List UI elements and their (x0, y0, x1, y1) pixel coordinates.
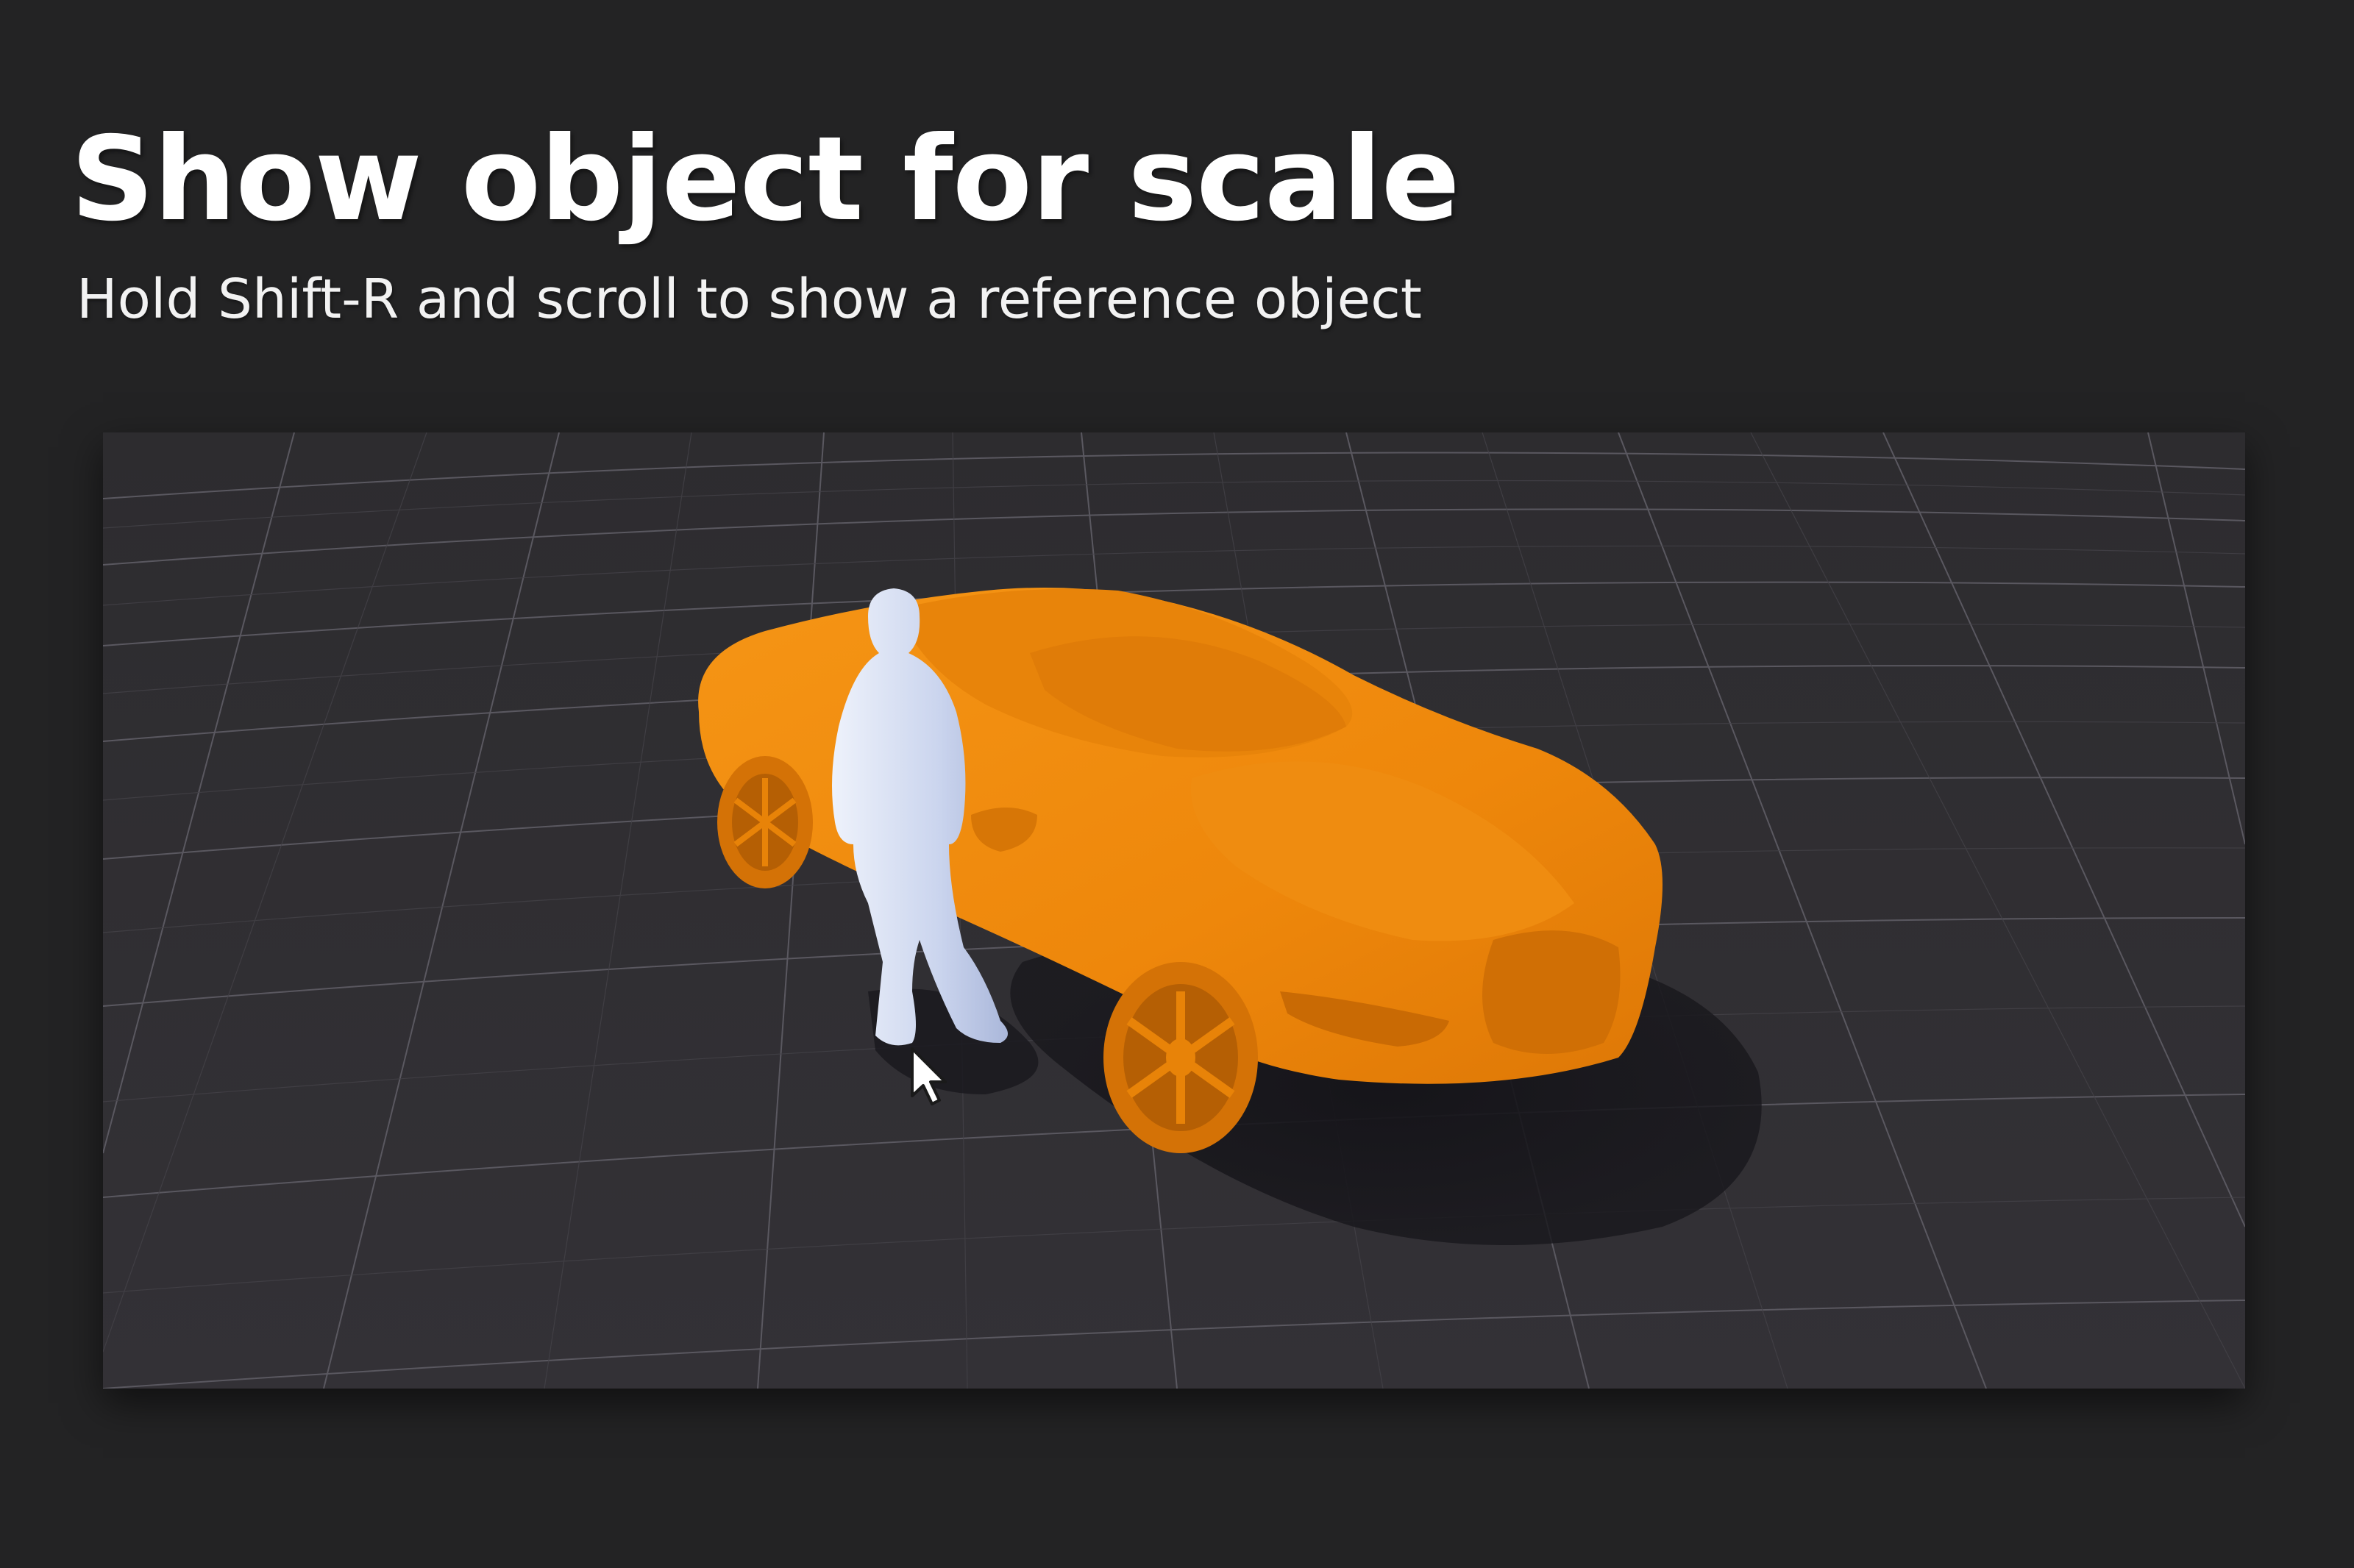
front-wheel (1103, 962, 1258, 1153)
slide: Show object for scale Hold Shift-R and s… (0, 0, 2354, 1568)
slide-subtitle: Hold Shift-R and scroll to show a refere… (77, 268, 1422, 331)
3d-viewport[interactable] (103, 432, 2245, 1389)
car-grille (1482, 930, 1621, 1054)
rear-wheel (717, 756, 813, 888)
viewport-scene (103, 432, 2245, 1389)
slide-title: Show object for scale (71, 112, 1460, 247)
